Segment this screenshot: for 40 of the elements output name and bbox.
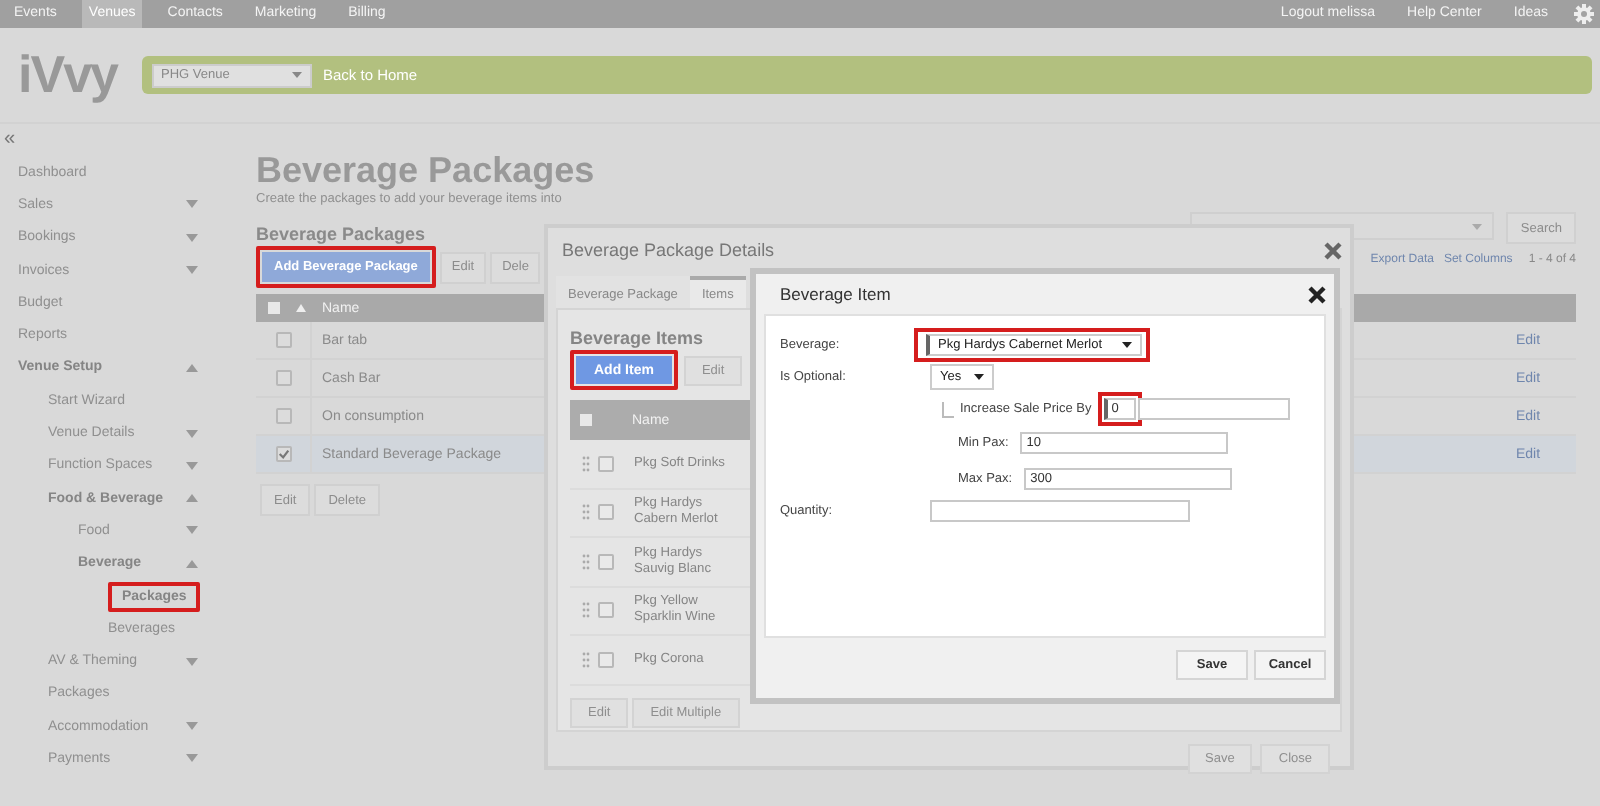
collapse-toggle[interactable]: « (0, 130, 20, 150)
caret-down-icon (186, 526, 198, 535)
sort-icon[interactable] (296, 304, 306, 312)
checkbox[interactable] (275, 408, 291, 424)
caret-down-icon (186, 722, 198, 731)
caret-down-icon (291, 72, 301, 78)
dialog-title: Beverage Package Details (562, 240, 775, 260)
caret-down-icon (186, 461, 198, 470)
checkbox[interactable] (598, 651, 614, 668)
section-title: Beverage Items (570, 328, 704, 348)
checkbox[interactable] (275, 332, 291, 348)
caret-down-icon (186, 200, 198, 209)
quantity-input[interactable] (930, 500, 1190, 522)
dialog-title: Beverage Item (780, 284, 891, 304)
checkbox[interactable] (598, 504, 614, 521)
caret-down-icon (1122, 342, 1132, 348)
checkbox[interactable] (598, 553, 614, 570)
caret-down-icon (186, 429, 198, 438)
caret-up-icon (186, 559, 198, 568)
section-title: Beverage Packages (256, 224, 426, 244)
settings-icon[interactable] (1574, 4, 1594, 24)
tree-connector-icon (942, 401, 954, 417)
caret-down-icon (186, 233, 198, 242)
checkbox[interactable] (275, 370, 291, 386)
checkbox[interactable] (598, 455, 614, 472)
input-field[interactable] (1137, 398, 1290, 420)
caret-down-icon (186, 754, 198, 763)
close-icon[interactable] (1308, 285, 1326, 303)
checkbox[interactable] (275, 446, 291, 462)
caret-down-icon (186, 657, 198, 666)
caret-up-icon (186, 363, 198, 372)
caret-up-icon (186, 494, 198, 503)
checkbox[interactable] (598, 602, 614, 619)
checkbox[interactable] (268, 302, 280, 314)
checkbox[interactable] (580, 414, 592, 426)
logo: iVvy (18, 44, 117, 106)
page-title: Beverage Packages (256, 148, 597, 192)
caret-down-icon (186, 266, 198, 275)
caret-down-icon (1472, 223, 1483, 229)
caret-down-icon (973, 374, 984, 380)
